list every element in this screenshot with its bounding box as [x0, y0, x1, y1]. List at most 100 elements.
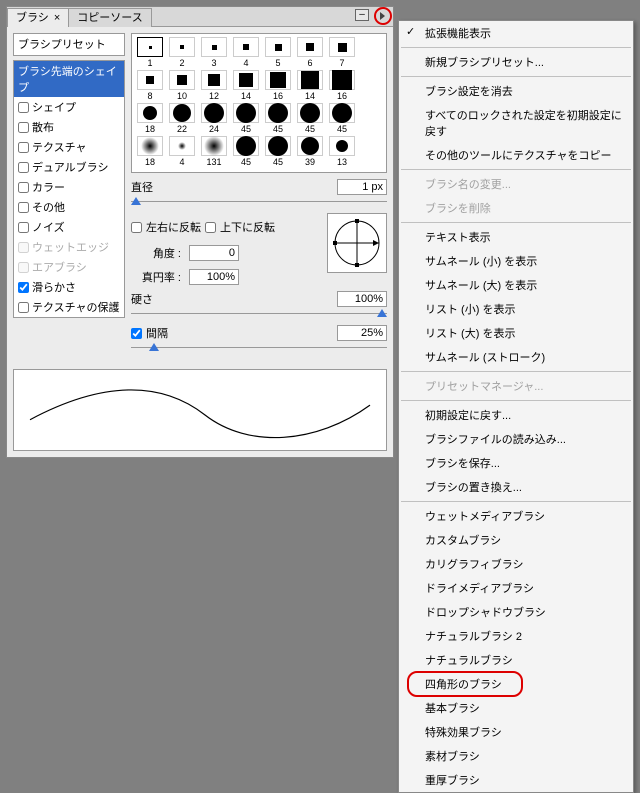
option-item[interactable]: カラー — [14, 177, 124, 197]
menu-item[interactable]: サムネール (小) を表示 — [399, 249, 633, 273]
close-icon[interactable]: × — [54, 12, 60, 24]
option-checkbox[interactable] — [18, 302, 29, 313]
option-checkbox[interactable] — [18, 242, 29, 253]
brush-thumb[interactable]: 1 — [135, 37, 165, 68]
option-item[interactable]: ウェットエッジ — [14, 237, 124, 257]
menu-item[interactable]: ドライメディアブラシ — [399, 576, 633, 600]
option-item[interactable]: 散布 — [14, 117, 124, 137]
menu-item[interactable]: その他のツールにテクスチャをコピー — [399, 143, 633, 167]
roundness-input[interactable]: 100% — [189, 269, 239, 285]
brush-thumb[interactable]: 45 — [263, 136, 293, 167]
brush-thumb[interactable]: 45 — [231, 136, 261, 167]
menu-item[interactable]: 初期設定に戻す... — [399, 403, 633, 427]
flip-y-checkbox[interactable] — [205, 222, 216, 233]
diameter-input[interactable]: 1 px — [337, 179, 387, 195]
diameter-label: 直径 — [131, 179, 165, 195]
menu-item[interactable]: カスタムブラシ — [399, 528, 633, 552]
menu-item[interactable]: リスト (大) を表示 — [399, 321, 633, 345]
brush-thumb[interactable]: 45 — [263, 103, 293, 134]
option-checkbox[interactable] — [18, 202, 29, 213]
brush-thumb[interactable]: 5 — [263, 37, 293, 68]
option-item[interactable]: ブラシ先端のシェイプ — [14, 61, 124, 97]
angle-input[interactable]: 0 — [189, 245, 239, 261]
brush-thumb[interactable]: 131 — [199, 136, 229, 167]
spacing-checkbox[interactable] — [131, 328, 142, 339]
menu-item[interactable]: 素材ブラシ — [399, 744, 633, 768]
menu-item[interactable]: 重厚ブラシ — [399, 768, 633, 792]
brush-thumb[interactable]: 7 — [327, 37, 357, 68]
option-item[interactable]: ノイズ — [14, 217, 124, 237]
option-item[interactable]: デュアルブラシ — [14, 157, 124, 177]
spacing-input[interactable]: 25% — [337, 325, 387, 341]
brush-thumb[interactable]: 16 — [327, 70, 357, 101]
tab-clone-source[interactable]: コピーソース — [68, 8, 151, 27]
brush-thumbnails[interactable]: 1234567810121416141618222445454545184131… — [131, 33, 387, 173]
option-item[interactable]: シェイプ — [14, 97, 124, 117]
brush-thumb[interactable]: 45 — [231, 103, 261, 134]
option-checkbox[interactable] — [18, 282, 29, 293]
menu-item[interactable]: ドロップシャドウブラシ — [399, 600, 633, 624]
brush-presets-dropdown[interactable]: ブラシプリセット — [13, 33, 125, 56]
option-checkbox[interactable] — [18, 102, 29, 113]
menu-item[interactable]: 基本ブラシ — [399, 696, 633, 720]
menu-item[interactable]: ブラシ設定を消去 — [399, 79, 633, 103]
diameter-slider[interactable] — [131, 197, 387, 207]
brush-thumb[interactable]: 39 — [295, 136, 325, 167]
menu-item[interactable]: 新規ブラシプリセット... — [399, 50, 633, 74]
angle-preview[interactable] — [327, 213, 387, 273]
menu-item[interactable]: リスト (小) を表示 — [399, 297, 633, 321]
option-item[interactable]: その他 — [14, 197, 124, 217]
brush-thumb[interactable]: 24 — [199, 103, 229, 134]
brush-thumb[interactable]: 45 — [295, 103, 325, 134]
brush-thumb[interactable]: 8 — [135, 70, 165, 101]
menu-item[interactable]: すべてのロックされた設定を初期設定に戻す — [399, 103, 633, 143]
menu-item[interactable]: ブラシを保存... — [399, 451, 633, 475]
brush-thumb[interactable]: 3 — [199, 37, 229, 68]
hardness-input[interactable]: 100% — [337, 291, 387, 307]
brush-thumb[interactable]: 14 — [295, 70, 325, 101]
brush-thumb[interactable]: 4 — [167, 136, 197, 167]
option-checkbox[interactable] — [18, 182, 29, 193]
option-checkbox[interactable] — [18, 142, 29, 153]
flip-x-checkbox[interactable] — [131, 222, 142, 233]
thumb-size: 7 — [327, 58, 357, 68]
menu-item[interactable]: 四角形のブラシ — [399, 672, 633, 696]
option-checkbox[interactable] — [18, 222, 29, 233]
menu-item[interactable]: 特殊効果ブラシ — [399, 720, 633, 744]
option-item[interactable]: エアブラシ — [14, 257, 124, 277]
menu-item[interactable]: テキスト表示 — [399, 225, 633, 249]
option-checkbox[interactable] — [18, 162, 29, 173]
menu-item[interactable]: ナチュラルブラシ — [399, 648, 633, 672]
brush-thumb[interactable]: 22 — [167, 103, 197, 134]
option-checkbox[interactable] — [18, 262, 29, 273]
brush-thumb[interactable]: 18 — [135, 103, 165, 134]
hardness-slider[interactable] — [131, 309, 387, 319]
brush-thumb[interactable]: 6 — [295, 37, 325, 68]
brushes-panel: ブラシ × コピーソース – ブラシプリセット ブラシ先端のシェイプシェイプ散布… — [6, 6, 394, 458]
option-item[interactable]: テクスチャの保護 — [14, 297, 124, 317]
option-item[interactable]: テクスチャ — [14, 137, 124, 157]
menu-item[interactable]: サムネール (ストローク) — [399, 345, 633, 369]
brush-thumb[interactable]: 13 — [327, 136, 357, 167]
spacing-slider[interactable] — [131, 343, 387, 353]
tab-brush[interactable]: ブラシ × — [7, 8, 69, 27]
brush-thumb[interactable]: 4 — [231, 37, 261, 68]
brush-thumb[interactable]: 18 — [135, 136, 165, 167]
menu-item[interactable]: ブラシの置き換え... — [399, 475, 633, 499]
menu-item[interactable]: ✓拡張機能表示 — [399, 21, 633, 45]
flyout-menu-button[interactable] — [377, 10, 389, 22]
menu-item[interactable]: ナチュラルブラシ 2 — [399, 624, 633, 648]
menu-item[interactable]: ウェットメディアブラシ — [399, 504, 633, 528]
brush-thumb[interactable]: 10 — [167, 70, 197, 101]
brush-thumb[interactable]: 12 — [199, 70, 229, 101]
menu-item[interactable]: サムネール (大) を表示 — [399, 273, 633, 297]
brush-thumb[interactable]: 45 — [327, 103, 357, 134]
menu-item[interactable]: ブラシファイルの読み込み... — [399, 427, 633, 451]
brush-thumb[interactable]: 16 — [263, 70, 293, 101]
option-checkbox[interactable] — [18, 122, 29, 133]
brush-thumb[interactable]: 14 — [231, 70, 261, 101]
menu-item[interactable]: カリグラフィブラシ — [399, 552, 633, 576]
minimize-button[interactable]: – — [355, 9, 369, 21]
option-item[interactable]: 滑らかさ — [14, 277, 124, 297]
brush-thumb[interactable]: 2 — [167, 37, 197, 68]
